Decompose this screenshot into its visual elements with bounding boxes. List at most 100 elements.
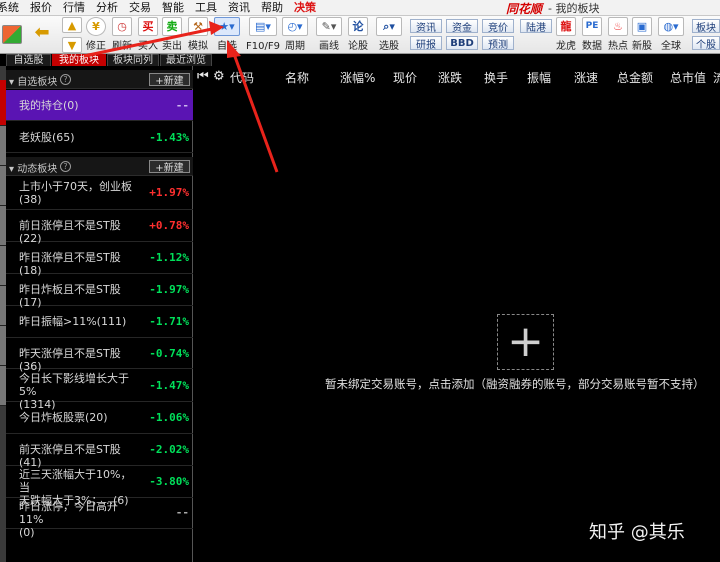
funds-button[interactable]: 资金 bbox=[446, 19, 478, 34]
sector-row[interactable]: 前天涨停且不是ST股(41) -2.02% bbox=[6, 434, 193, 469]
menu-market[interactable]: 行情 bbox=[58, 0, 91, 16]
sector-row[interactable]: 前日涨停且不是ST股(22) +0.78% bbox=[6, 210, 193, 245]
sector-change: -- bbox=[175, 99, 189, 112]
f10-button[interactable]: ▤▾ F10/F9 bbox=[246, 17, 280, 53]
revise-label: 修正 bbox=[86, 41, 106, 52]
menu-smart[interactable]: 智能 bbox=[157, 0, 190, 16]
report-icon: ▤▾ bbox=[248, 17, 277, 36]
forecast-button[interactable]: 预测 bbox=[482, 36, 514, 51]
sector-change: -1.43% bbox=[149, 131, 189, 144]
menu-quote[interactable]: 报价 bbox=[25, 0, 58, 16]
first-page-icon[interactable]: ⏮ bbox=[197, 69, 209, 84]
col-name[interactable]: 名称 bbox=[285, 69, 309, 86]
hotspot-label: 热点 bbox=[608, 41, 628, 52]
menu-news[interactable]: 资讯 bbox=[223, 0, 256, 16]
help-icon[interactable]: ? bbox=[60, 161, 71, 172]
tab-sector-compare[interactable]: 板块同列 bbox=[107, 54, 159, 66]
sector-row[interactable]: 近三天涨幅大于10%，当 天跌幅大于3%；...(6) -3.80% bbox=[6, 466, 193, 507]
forum-button[interactable]: 论 论股 bbox=[348, 17, 368, 53]
col-change-pct[interactable]: 涨幅% bbox=[340, 69, 375, 86]
sector-row[interactable]: 昨日振幅>11%(111) -1.71% bbox=[6, 306, 193, 338]
magnifier-icon: ⌕▾ bbox=[376, 17, 402, 36]
simulate-button[interactable]: ⚒ 模拟 bbox=[188, 17, 208, 53]
tab-my-sectors[interactable]: 我的板块 bbox=[52, 54, 106, 66]
new-dynamic-sector-button[interactable]: +新建 bbox=[149, 160, 190, 174]
col-amplitude[interactable]: 振幅 bbox=[527, 69, 551, 86]
bbd-button[interactable]: BBD bbox=[446, 36, 478, 50]
forum-icon: 论 bbox=[348, 17, 368, 36]
clock-icon: ◷ bbox=[112, 17, 132, 36]
menu-analysis[interactable]: 分析 bbox=[91, 0, 124, 16]
sector-row[interactable]: 今日长下影线增长大于5% (1314) -1.47% bbox=[6, 369, 193, 411]
sector-change: -0.74% bbox=[149, 347, 189, 360]
new-custom-sector-button[interactable]: +新建 bbox=[149, 73, 190, 87]
dynamic-sector-header[interactable]: ▾ 动态板块 ? +新建 bbox=[6, 157, 193, 176]
stock-button[interactable]: 个股 bbox=[692, 36, 720, 51]
custom-sector-title: ▾ 自选板块 bbox=[9, 77, 58, 88]
new-stock-label: 新股 bbox=[632, 41, 652, 52]
sector-name: 昨日涨停，今日高开11% (0) bbox=[19, 500, 118, 539]
auction-button[interactable]: 竞价 bbox=[482, 19, 514, 34]
refresh-label: 刷新 bbox=[112, 41, 132, 52]
col-market-cap[interactable]: 总市值 bbox=[670, 69, 706, 86]
help-icon[interactable]: ? bbox=[60, 74, 71, 85]
sector-row[interactable]: 昨日炸板且不是ST股(17) -1.97% bbox=[6, 274, 193, 309]
menu-bar: 系统 报价 行情 分析 交易 智能 工具 资讯 帮助 决策 同花顺 - 我的板块 bbox=[0, 0, 720, 16]
sector-button[interactable]: 板块 bbox=[692, 19, 720, 34]
hotspot-button[interactable]: ♨ 热点 bbox=[608, 17, 628, 53]
hammer-icon: ⚒ bbox=[188, 17, 208, 36]
tab-recent[interactable]: 最近浏览 bbox=[160, 54, 212, 66]
period-button[interactable]: ◴▾ 周期 bbox=[282, 17, 308, 53]
buy-button[interactable]: 买 买入 bbox=[138, 17, 158, 53]
refresh-button[interactable]: ◷ 刷新 bbox=[112, 17, 132, 53]
sector-row[interactable]: 昨天涨停且不是ST股(36) -0.74% bbox=[6, 338, 193, 373]
page-up-button[interactable]: ▲ ▼ bbox=[62, 17, 82, 53]
sector-row[interactable]: 上市小于70天，创业板 (38) +1.97% bbox=[6, 177, 193, 210]
menu-help[interactable]: 帮助 bbox=[256, 0, 289, 16]
menu-decision[interactable]: 决策 bbox=[289, 0, 322, 16]
col-amount[interactable]: 总金额 bbox=[617, 69, 653, 86]
draw-line-label: 画线 bbox=[319, 41, 339, 52]
sector-change: -- bbox=[175, 506, 189, 519]
sector-row[interactable]: 今日炸板股票(20) -1.06% bbox=[6, 402, 193, 434]
col-float[interactable]: 流 bbox=[713, 69, 720, 86]
draw-line-button[interactable]: ✎▾ 画线 bbox=[316, 17, 342, 53]
sell-button[interactable]: 卖 卖出 bbox=[162, 17, 182, 53]
custom-sector-header[interactable]: ▾ 自选板块 ? +新建 bbox=[6, 70, 193, 89]
data-button[interactable]: PE 数据 bbox=[582, 17, 602, 53]
sector-name: 昨日振幅>11%(111) bbox=[19, 315, 127, 328]
sector-name: 老妖股(65) bbox=[19, 131, 75, 144]
watchlist-button[interactable]: ★▾ 自选 bbox=[214, 17, 240, 53]
sector-row-holdings[interactable]: 我的持仓(0) -- bbox=[6, 90, 193, 121]
col-speed[interactable]: 涨速 bbox=[574, 69, 598, 86]
simulate-label: 模拟 bbox=[188, 41, 208, 52]
col-price[interactable]: 现价 bbox=[393, 69, 417, 86]
revise-button[interactable]: ¥ 修正 bbox=[86, 17, 106, 53]
toolbar: ⬅ ▲ ▼ ¥ 修正 ◷ 刷新 买 买入 卖 卖出 ⚒ 模拟 ★▾ 自选 ▤▾ … bbox=[0, 16, 720, 54]
research-button[interactable]: 研报 bbox=[410, 36, 442, 51]
empty-state-message[interactable]: 暂未绑定交易账号，点击添加（融资融券的账号，部分交易账号暂不支持） bbox=[325, 376, 705, 392]
col-code[interactable]: 代码 bbox=[230, 69, 254, 86]
col-turnover[interactable]: 换手 bbox=[484, 69, 508, 86]
news-button[interactable]: 资讯 bbox=[410, 19, 442, 34]
sector-row[interactable]: 昨日涨停，今日高开11% (0) -- bbox=[6, 498, 193, 539]
sector-name: 我的持仓(0) bbox=[19, 99, 79, 112]
col-change[interactable]: 涨跌 bbox=[438, 69, 462, 86]
hk-connect-button[interactable]: 陆港 bbox=[520, 19, 552, 34]
down-arrow-icon: ▼ bbox=[62, 37, 82, 53]
dragon-tiger-button[interactable]: 龍 龙虎 bbox=[556, 17, 576, 53]
menu-system[interactable]: 系统 bbox=[0, 0, 25, 16]
add-account-button[interactable]: + bbox=[497, 314, 554, 370]
global-button[interactable]: ◍▾ 全球 bbox=[658, 17, 684, 53]
sector-row[interactable]: 昨日涨停且不是ST股(18) -1.12% bbox=[6, 242, 193, 277]
dragon-tiger-label: 龙虎 bbox=[556, 41, 576, 52]
menu-trade[interactable]: 交易 bbox=[124, 0, 157, 16]
sector-row[interactable]: 老妖股(65) -1.43% bbox=[6, 122, 193, 153]
stock-picker-button[interactable]: ⌕▾ 选股 bbox=[376, 17, 402, 53]
tab-watchlist[interactable]: 自选股 bbox=[6, 54, 51, 66]
back-button[interactable]: ⬅ bbox=[30, 18, 54, 54]
menu-tools[interactable]: 工具 bbox=[190, 0, 223, 16]
new-stock-button[interactable]: ▣ 新股 bbox=[632, 17, 652, 53]
gear-icon[interactable]: ⚙ bbox=[213, 69, 225, 84]
sell-label: 卖出 bbox=[162, 41, 182, 52]
